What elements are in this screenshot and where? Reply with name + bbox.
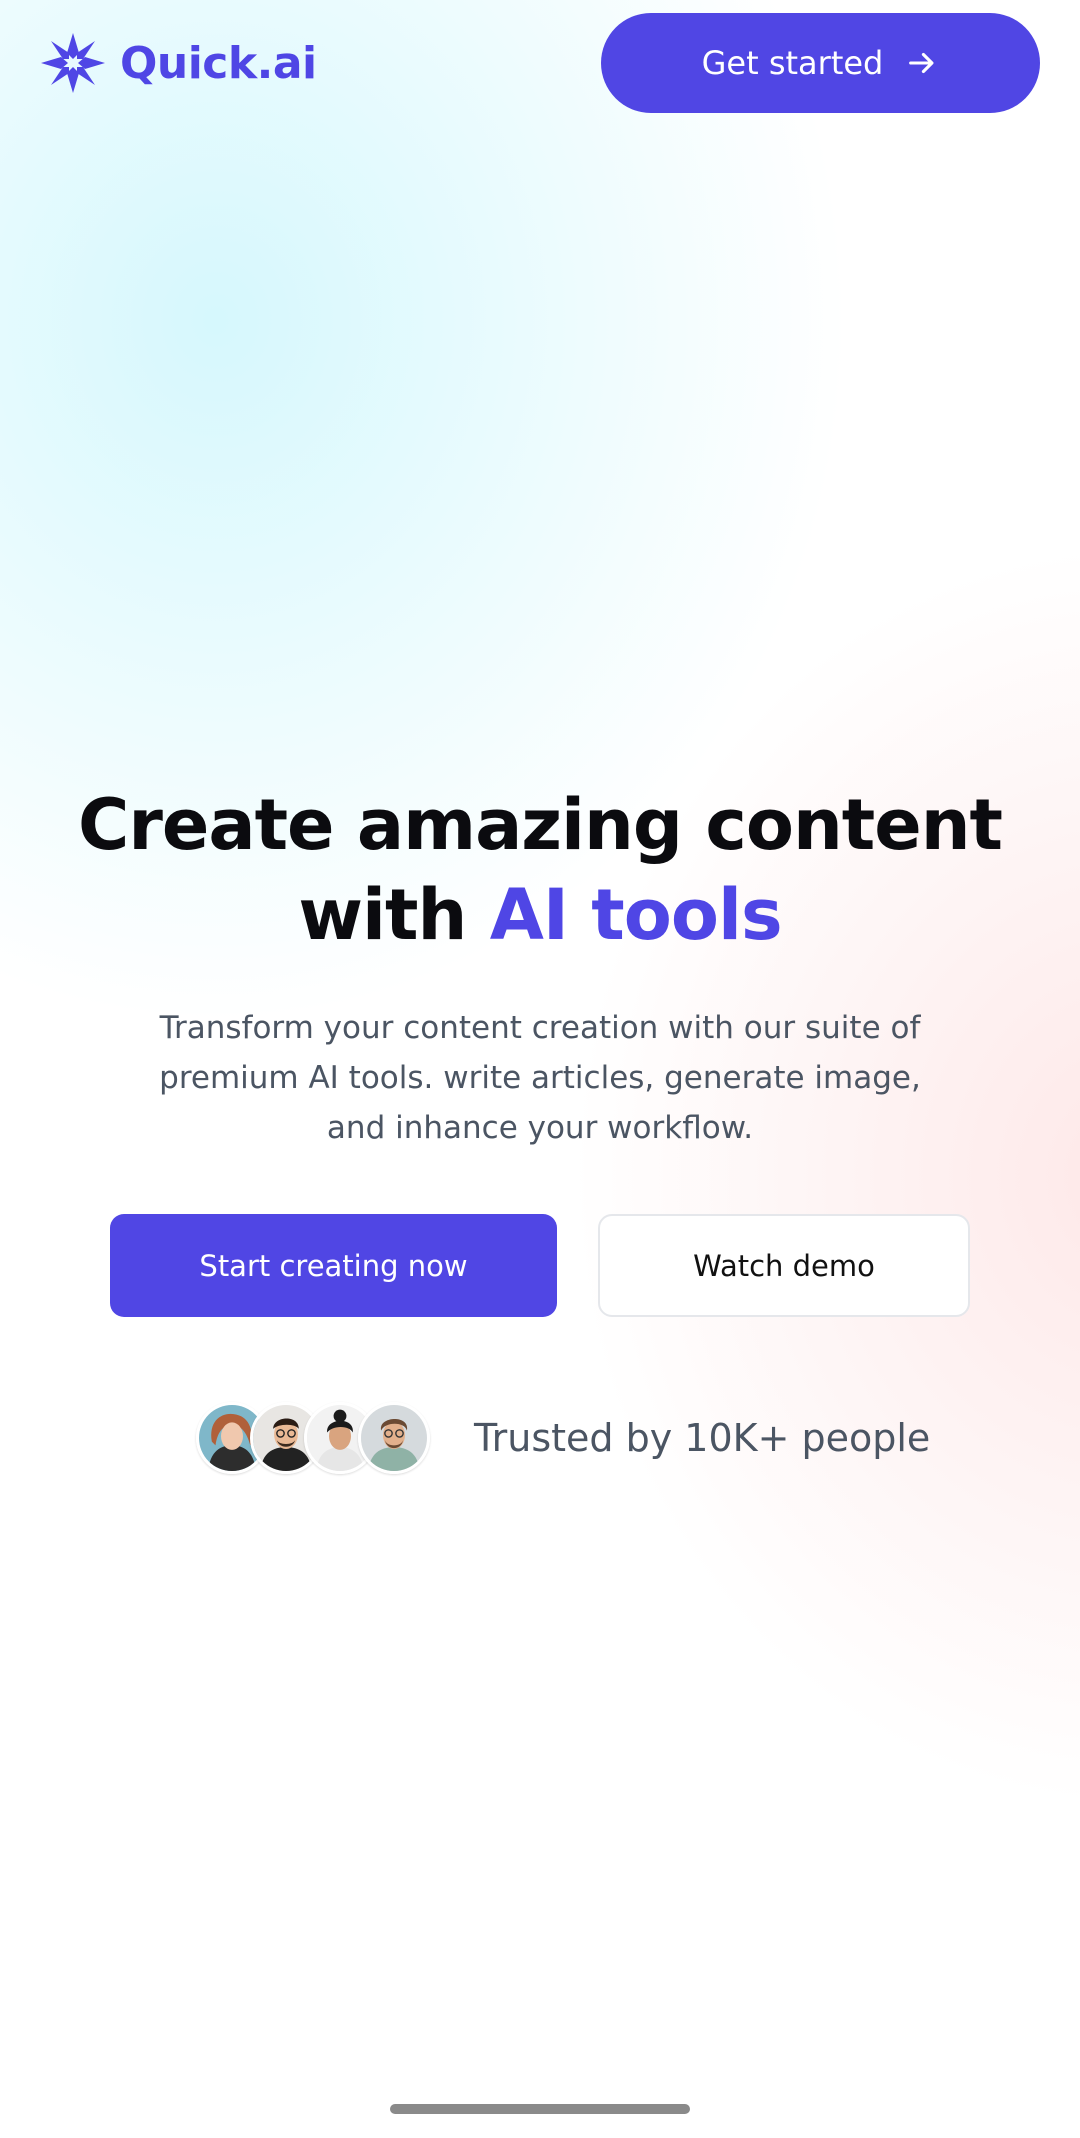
header: Quick.ai Get started <box>0 0 1080 130</box>
hero-title: Create amazing content with AI tools <box>60 780 1020 960</box>
get-started-button[interactable]: Get started <box>601 13 1040 113</box>
arrow-right-icon <box>909 52 934 74</box>
hero-subtitle: Transform your content creation with our… <box>159 1010 921 1146</box>
social-proof: Trusted by 10K+ people <box>196 1400 930 1476</box>
brand-logo[interactable]: Quick.ai <box>40 32 317 94</box>
start-creating-button[interactable]: Start creating now <box>110 1214 557 1317</box>
watch-demo-label: Watch demo <box>693 1248 875 1283</box>
avatar-stack <box>196 1402 430 1474</box>
get-started-label: Get started <box>701 44 884 82</box>
sparkle-star-icon <box>41 33 105 93</box>
hero-title-accent: AI tools <box>489 874 783 956</box>
user-avatar-4 <box>358 1402 430 1474</box>
trust-text: Trusted by 10K+ people <box>474 1416 931 1460</box>
brand-name: Quick.ai <box>120 37 317 89</box>
home-indicator[interactable] <box>390 2104 690 2114</box>
watch-demo-button[interactable]: Watch demo <box>598 1214 970 1317</box>
start-creating-label: Start creating now <box>199 1248 468 1283</box>
